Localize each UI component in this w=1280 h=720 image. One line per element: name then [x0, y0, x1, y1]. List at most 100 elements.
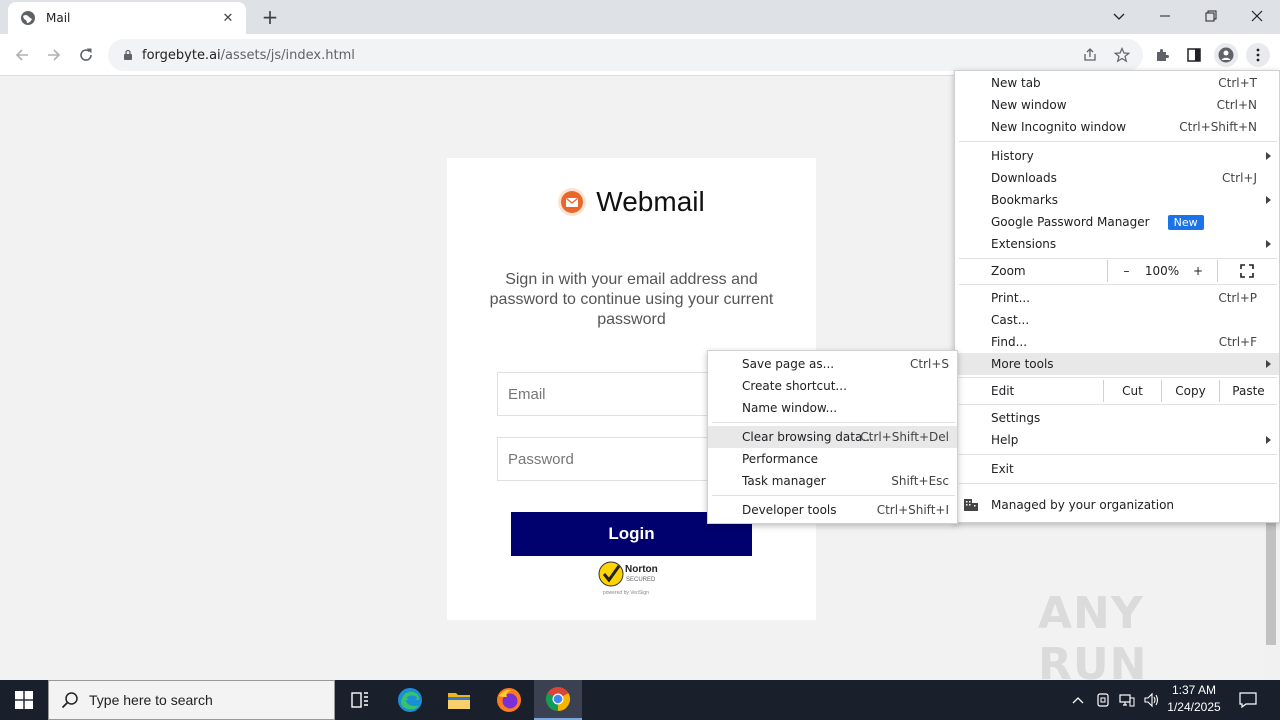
- file-explorer-taskbar-app[interactable]: [435, 680, 483, 720]
- notification-icon: [1239, 692, 1257, 708]
- menu-separator: [959, 141, 1277, 142]
- menu-label: Find...: [991, 335, 1028, 349]
- tray-device[interactable]: [1092, 680, 1114, 720]
- profile-button[interactable]: [1214, 43, 1238, 67]
- zoom-out-button[interactable]: –: [1107, 260, 1145, 282]
- share-button[interactable]: [1080, 47, 1100, 63]
- menu-label: Managed by your organization: [991, 498, 1175, 512]
- menu-more-tools[interactable]: More tools: [955, 353, 1279, 375]
- submenu-name-window[interactable]: Name window...: [708, 397, 957, 419]
- mail-logo-icon: [558, 188, 587, 216]
- menu-shortcut: Ctrl+S: [909, 357, 949, 371]
- browser-tab[interactable]: Mail ✕: [8, 2, 246, 34]
- tray-volume[interactable]: [1140, 680, 1162, 720]
- avatar-icon: [1218, 47, 1234, 63]
- menu-label: Extensions: [991, 237, 1057, 251]
- menu-new-tab[interactable]: New tab Ctrl+T: [955, 72, 1279, 94]
- menu-extensions[interactable]: Extensions: [955, 233, 1279, 255]
- menu-settings[interactable]: Settings: [955, 407, 1279, 429]
- cut-button[interactable]: Cut: [1103, 380, 1161, 402]
- scroll-thumb[interactable]: [1266, 521, 1276, 645]
- title-bar: Mail ✕ +: [0, 0, 1280, 34]
- task-view-button[interactable]: [336, 680, 384, 720]
- new-badge: New: [1167, 214, 1204, 230]
- menu-separator: [712, 422, 955, 423]
- submenu-clear-browsing-data[interactable]: Clear browsing data... Ctrl+Shift+Del: [708, 426, 957, 448]
- menu-separator: [712, 495, 955, 496]
- menu-label: New window: [991, 98, 1067, 112]
- notification-button[interactable]: [1234, 680, 1262, 720]
- menu-shortcut: Ctrl+P: [1218, 291, 1257, 305]
- menu-new-incognito[interactable]: New Incognito window Ctrl+Shift+N: [955, 116, 1279, 138]
- menu-find[interactable]: Find... Ctrl+F: [955, 331, 1279, 353]
- menu-shortcut: Ctrl+Shift+Del: [860, 430, 949, 444]
- fullscreen-button[interactable]: [1217, 260, 1275, 282]
- url-text: forgebyte.ai/assets/js/index.html: [142, 48, 355, 63]
- extensions-button[interactable]: [1150, 43, 1174, 67]
- windows-logo-icon: [15, 691, 33, 709]
- chrome-menu-button[interactable]: [1246, 43, 1270, 67]
- tab-search-button[interactable]: [1096, 0, 1142, 32]
- copy-button[interactable]: Copy: [1161, 380, 1219, 402]
- kebab-menu-icon: [1256, 48, 1260, 62]
- edge-taskbar-app[interactable]: [386, 680, 434, 720]
- menu-password-manager[interactable]: Google Password Manager New: [955, 211, 1279, 233]
- chrome-taskbar-app[interactable]: [534, 680, 582, 720]
- reload-button[interactable]: [74, 43, 98, 67]
- close-tab-icon[interactable]: ✕: [220, 10, 236, 26]
- menu-separator: [959, 483, 1277, 484]
- taskbar-search[interactable]: Type here to search: [48, 680, 335, 720]
- menu-downloads[interactable]: Downloads Ctrl+J: [955, 167, 1279, 189]
- restore-button[interactable]: [1188, 0, 1234, 32]
- menu-label: New Incognito window: [991, 120, 1127, 134]
- search-placeholder: Type here to search: [89, 692, 213, 708]
- zoom-in-button[interactable]: +: [1179, 260, 1217, 282]
- bookmark-button[interactable]: [1112, 47, 1132, 63]
- taskbar-clock[interactable]: 1:37 AM 1/24/2025: [1160, 682, 1228, 716]
- menu-label: Task manager: [742, 474, 826, 488]
- menu-separator: [959, 258, 1277, 259]
- close-icon: [1251, 10, 1263, 22]
- forward-button[interactable]: [42, 43, 66, 67]
- side-panel-button[interactable]: [1182, 43, 1206, 67]
- tray-network[interactable]: [1116, 680, 1138, 720]
- menu-shortcut: Ctrl+N: [1216, 98, 1257, 112]
- menu-zoom-row: Zoom – 100% +: [955, 260, 1279, 282]
- clock-time: 1:37 AM: [1171, 683, 1217, 697]
- paste-button[interactable]: Paste: [1219, 380, 1277, 402]
- submenu-task-manager[interactable]: Task manager Shift+Esc: [708, 470, 957, 492]
- address-bar[interactable]: forgebyte.ai/assets/js/index.html: [108, 39, 1143, 71]
- menu-help[interactable]: Help: [955, 429, 1279, 451]
- menu-cast[interactable]: Cast...: [955, 309, 1279, 331]
- brand: Webmail: [447, 186, 816, 218]
- minimize-button[interactable]: [1142, 0, 1188, 32]
- edit-controls: Cut Copy Paste: [1103, 380, 1277, 402]
- menu-print[interactable]: Print... Ctrl+P: [955, 287, 1279, 309]
- new-tab-button[interactable]: +: [258, 5, 282, 29]
- clock-date: 1/24/2025: [1167, 700, 1221, 714]
- submenu-performance[interactable]: Performance: [708, 448, 957, 470]
- submenu-developer-tools[interactable]: Developer tools Ctrl+Shift+I: [708, 499, 957, 521]
- firefox-taskbar-app[interactable]: [485, 680, 533, 720]
- menu-history[interactable]: History: [955, 145, 1279, 167]
- back-button[interactable]: [10, 43, 34, 67]
- menu-exit[interactable]: Exit: [955, 458, 1279, 480]
- svg-text:powered by VeriSign: powered by VeriSign: [603, 590, 649, 596]
- search-icon: [61, 692, 78, 709]
- submenu-create-shortcut[interactable]: Create shortcut...: [708, 375, 957, 397]
- menu-label: Bookmarks: [991, 193, 1059, 207]
- menu-label: History: [991, 149, 1034, 163]
- chrome-main-menu: New tab Ctrl+T New window Ctrl+N New Incog…: [954, 70, 1280, 523]
- menu-label: Developer tools: [742, 503, 837, 517]
- norton-secured-seal: Norton SECURED powered by VeriSign: [598, 561, 658, 596]
- menu-label: Settings: [991, 411, 1041, 425]
- restore-icon: [1205, 10, 1217, 22]
- menu-new-window[interactable]: New window Ctrl+N: [955, 94, 1279, 116]
- show-hidden-icons[interactable]: [1068, 680, 1088, 720]
- menu-bookmarks[interactable]: Bookmarks: [955, 189, 1279, 211]
- submenu-save-page[interactable]: Save page as... Ctrl+S: [708, 353, 957, 375]
- lock-icon[interactable]: [122, 49, 134, 61]
- close-window-button[interactable]: [1234, 0, 1280, 32]
- menu-managed[interactable]: Managed by your organization: [955, 494, 1279, 516]
- start-button[interactable]: [0, 680, 48, 720]
